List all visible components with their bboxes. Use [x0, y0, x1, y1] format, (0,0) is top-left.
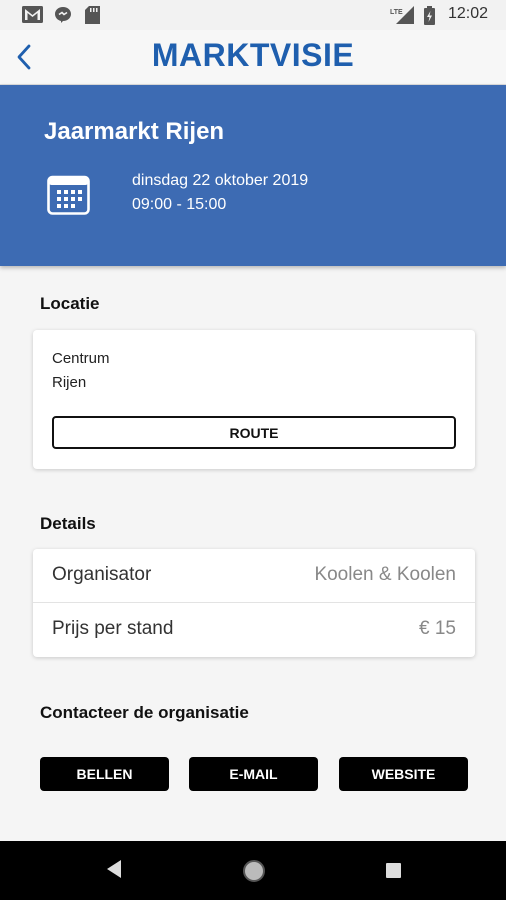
event-title: Jaarmarkt Rijen: [44, 118, 225, 145]
location-line-1: Centrum: [52, 350, 110, 367]
website-button[interactable]: WEBSITE: [339, 757, 468, 791]
location-line-2: Rijen: [52, 374, 87, 391]
detail-row-organisator: Organisator Koolen & Koolen: [33, 549, 475, 603]
event-time: 09:00 - 15:00: [132, 196, 227, 213]
detail-row-price: Prijs per stand € 15: [33, 603, 475, 657]
svg-text:LTE: LTE: [390, 9, 403, 16]
lte-signal-icon: LTE: [390, 6, 414, 24]
event-date: dinsdag 22 oktober 2019: [132, 172, 309, 189]
app-bar: MARKTVISIE: [0, 30, 506, 85]
home-circle-icon[interactable]: [242, 859, 266, 883]
email-button[interactable]: E-MAIL: [189, 757, 318, 791]
battery-icon: [424, 6, 435, 25]
details-card: Organisator Koolen & Koolen Prijs per st…: [33, 549, 475, 657]
brand-logo: MARKTVISIE: [151, 37, 355, 73]
detail-value: Koolen & Koolen: [314, 564, 456, 585]
system-nav-bar: [0, 841, 506, 900]
chat-icon: [55, 7, 71, 23]
status-bar: LTE 12:02: [0, 0, 506, 30]
call-button[interactable]: BELLEN: [40, 757, 169, 791]
status-time: 12:02: [447, 5, 488, 22]
detail-label: Prijs per stand: [52, 618, 174, 639]
calendar-icon: [47, 175, 90, 215]
detail-value: € 15: [419, 618, 456, 639]
gmail-icon: [22, 6, 43, 23]
details-heading: Details: [40, 514, 96, 533]
location-card: Centrum Rijen ROUTE: [33, 330, 475, 469]
event-header: Jaarmarkt Rijen dinsdag 22 oktober 2019 …: [0, 85, 506, 266]
detail-label: Organisator: [52, 564, 152, 585]
sd-card-icon: [85, 6, 100, 24]
route-button[interactable]: ROUTE: [52, 416, 456, 449]
back-triangle-icon[interactable]: [105, 858, 123, 880]
location-heading: Locatie: [40, 294, 100, 313]
recents-square-icon[interactable]: [385, 862, 402, 879]
contact-heading: Contacteer de organisatie: [40, 703, 249, 722]
